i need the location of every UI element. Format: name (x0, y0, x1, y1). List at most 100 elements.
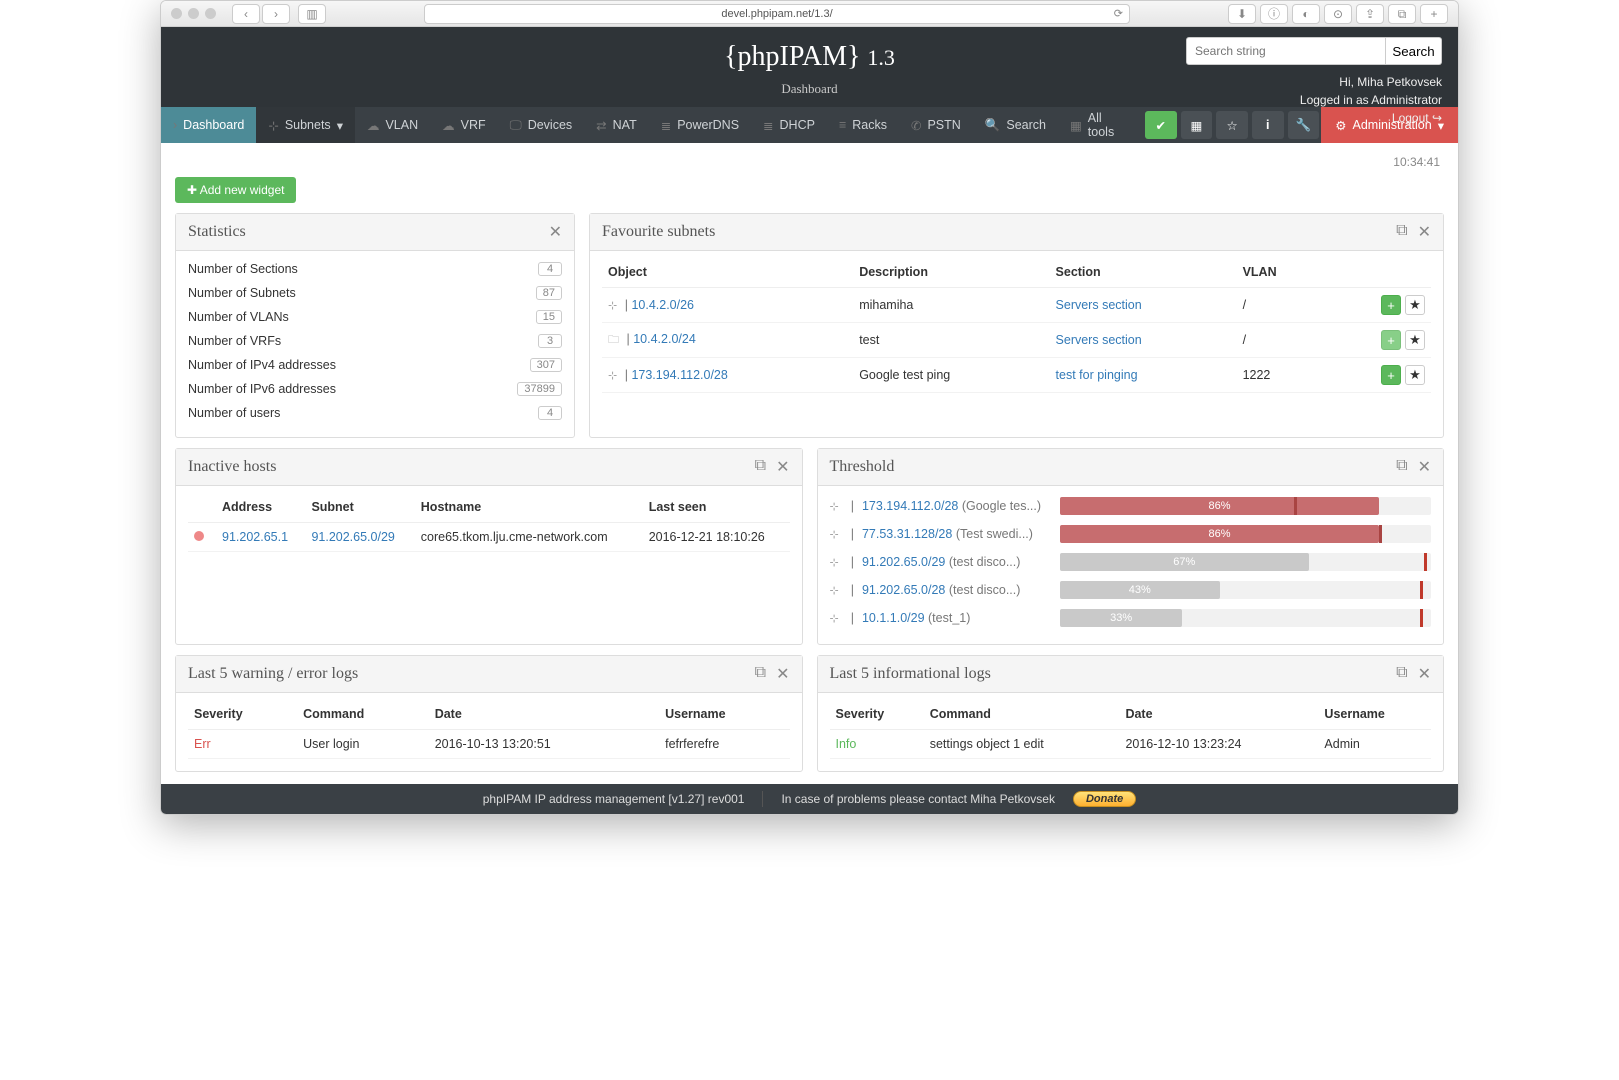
section-link[interactable]: Servers section (1056, 333, 1142, 347)
severity: Err (188, 730, 297, 759)
toolbar-download-icon[interactable]: ⬇ (1228, 4, 1256, 24)
popout-icon[interactable]: ⧉ (755, 457, 766, 477)
log-row: Infosettings object 1 edit2016-12-10 13:… (830, 730, 1432, 759)
address-link[interactable]: 91.202.65.1 (222, 530, 288, 544)
toolbar-tabs-icon[interactable]: ⧉ (1388, 4, 1416, 24)
add-ip-button[interactable]: + (1381, 295, 1401, 315)
star-button[interactable]: ★ (1405, 365, 1425, 385)
section-link[interactable]: test for pinging (1056, 368, 1138, 382)
sitemap-icon: ⊹ (608, 300, 617, 312)
nav-item-dhcp[interactable]: ≣ DHCP (751, 107, 827, 143)
phone-icon: ✆ (911, 118, 921, 133)
popout-icon[interactable]: ⧉ (1396, 664, 1407, 684)
add-widget-button[interactable]: ✚ Add new widget (175, 177, 296, 203)
stat-value: 37899 (517, 382, 562, 396)
close-icon[interactable]: ✕ (1418, 222, 1431, 242)
footer-contact: In case of problems please contact Miha … (781, 792, 1054, 806)
footer: phpIPAM IP address management [v1.27] re… (161, 784, 1458, 814)
subnet-link[interactable]: 173.194.112.0/28 (631, 368, 727, 382)
star-button[interactable]: ★ (1405, 330, 1425, 350)
section-link[interactable]: Servers section (1056, 298, 1142, 312)
reload-icon[interactable]: ⟳ (1114, 7, 1123, 20)
toolbar-info-icon[interactable]: ⓘ (1260, 4, 1288, 24)
threshold-marker (1294, 497, 1297, 515)
stats-row: Number of IPv6 addresses37899 (188, 377, 562, 401)
desktop-icon: 🖵 (510, 118, 522, 133)
url-bar[interactable]: devel.phpipam.net/1.3/ ⟳ (424, 4, 1130, 24)
stat-value: 15 (536, 310, 562, 324)
fav-row: ⊹ | 173.194.112.0/28Google test pingtest… (602, 358, 1431, 393)
add-ip-button[interactable]: + (1381, 365, 1401, 385)
nav-item-dashboard[interactable]: › Dashboard (161, 107, 256, 143)
donate-button[interactable]: Donate (1073, 791, 1136, 807)
cloud-icon: ☁ (367, 118, 380, 133)
close-icon[interactable]: ✕ (1418, 664, 1431, 684)
threshold-row: ⊹| 91.202.65.0/29 (test disco...)67% (830, 548, 1432, 576)
nav-item-vrf[interactable]: ☁ VRF (430, 107, 498, 143)
threshold-panel: Threshold ⧉✕ ⊹| 173.194.112.0/28 (Google… (817, 448, 1445, 645)
nav-item-all-tools[interactable]: ▦ All tools (1058, 107, 1143, 143)
exchange-icon: ⇄ (596, 118, 606, 133)
toolbar-share-icon[interactable]: ⇪ (1356, 4, 1384, 24)
threshold-row: ⊹| 91.202.65.0/28 (test disco...)43% (830, 576, 1432, 604)
stats-row: Number of VLANs15 (188, 305, 562, 329)
threshold-marker (1379, 525, 1382, 543)
nav-item-powerdns[interactable]: ≣ PowerDNS (649, 107, 751, 143)
nav-item-vlan[interactable]: ☁ VLAN (355, 107, 430, 143)
user-info: Hi, Miha Petkovsek Logged in as Administ… (1300, 73, 1442, 127)
inactive-table: AddressSubnetHostnameLast seen 91.202.65… (188, 492, 790, 552)
panel-title: Last 5 informational logs (830, 665, 991, 683)
toolbar-settings-icon[interactable]: ⊙ (1324, 4, 1352, 24)
fav-row: 🗀 | 10.4.2.0/24testServers section/+★ (602, 323, 1431, 358)
inactive-hosts-panel: Inactive hosts ⧉✕ AddressSubnetHostnameL… (175, 448, 803, 645)
subnet-link[interactable]: 10.1.1.0/29 (862, 611, 925, 625)
nav-item-search[interactable]: 🔍 Search (973, 107, 1058, 143)
popout-icon[interactable]: ⧉ (755, 664, 766, 684)
close-icon[interactable]: ✕ (1418, 457, 1431, 477)
stat-value: 4 (538, 262, 562, 276)
forward-button[interactable]: › (262, 4, 290, 24)
nav-info-button[interactable]: i (1252, 111, 1284, 139)
star-button[interactable]: ★ (1405, 295, 1425, 315)
subnet-link[interactable]: 91.202.65.0/29 (311, 530, 394, 544)
nav-ok-button[interactable]: ✔ (1145, 111, 1177, 139)
nav-grid-button[interactable]: ▦ (1181, 111, 1213, 139)
subnet-link[interactable]: 10.4.2.0/24 (633, 332, 696, 346)
close-icon[interactable]: ✕ (776, 664, 789, 684)
search-input[interactable] (1186, 37, 1386, 65)
sitemap-icon: ⊹ (830, 612, 839, 625)
close-icon[interactable]: ✕ (776, 457, 789, 477)
subnet-link[interactable]: 173.194.112.0/28 (862, 499, 958, 513)
nav-item-pstn[interactable]: ✆ PSTN (899, 107, 973, 143)
stat-value: 3 (538, 334, 562, 348)
subnet-link[interactable]: 10.4.2.0/26 (631, 298, 694, 312)
toolbar-newtab-icon[interactable]: + (1420, 4, 1448, 24)
subnet-link[interactable]: 91.202.65.0/28 (862, 583, 945, 597)
threshold-row: ⊹| 173.194.112.0/28 (Google tes...)86% (830, 492, 1432, 520)
logout-link[interactable]: Logout ↪ (1392, 111, 1442, 125)
bars-icon: ≡ (839, 118, 846, 132)
threshold-marker (1424, 553, 1427, 571)
nav-item-devices[interactable]: 🖵 Devices (498, 107, 585, 143)
popout-icon[interactable]: ⧉ (1396, 457, 1407, 477)
search-button[interactable]: Search (1386, 37, 1442, 65)
nav-star-button[interactable]: ☆ (1216, 111, 1248, 139)
subnet-link[interactable]: 91.202.65.0/29 (862, 555, 945, 569)
status-dot-icon (194, 531, 204, 541)
favourites-table: ObjectDescriptionSectionVLAN ⊹ | 10.4.2.… (602, 257, 1431, 393)
nav-item-nat[interactable]: ⇄ NAT (584, 107, 649, 143)
url-text: devel.phpipam.net/1.3/ (721, 8, 832, 20)
chevron-icon: › (173, 118, 177, 132)
close-icon[interactable]: ✕ (549, 222, 562, 242)
subnet-link[interactable]: 77.53.31.128/28 (862, 527, 952, 541)
toolbar-sync-icon[interactable]: ◐ (1292, 4, 1320, 24)
favourites-panel: Favourite subnets ⧉✕ ObjectDescriptionSe… (589, 213, 1444, 438)
progress-bar: 43% (1060, 581, 1431, 599)
add-ip-button[interactable]: + (1381, 330, 1401, 350)
nav-item-racks[interactable]: ≡ Racks (827, 107, 899, 143)
nav-item-subnets[interactable]: ⊹ Subnets ▾ (256, 107, 355, 143)
sidebar-toggle-button[interactable]: ▥ (298, 4, 326, 24)
popout-icon[interactable]: ⧉ (1396, 222, 1407, 242)
back-button[interactable]: ‹ (232, 4, 260, 24)
threshold-row: ⊹| 77.53.31.128/28 (Test swedi...)86% (830, 520, 1432, 548)
